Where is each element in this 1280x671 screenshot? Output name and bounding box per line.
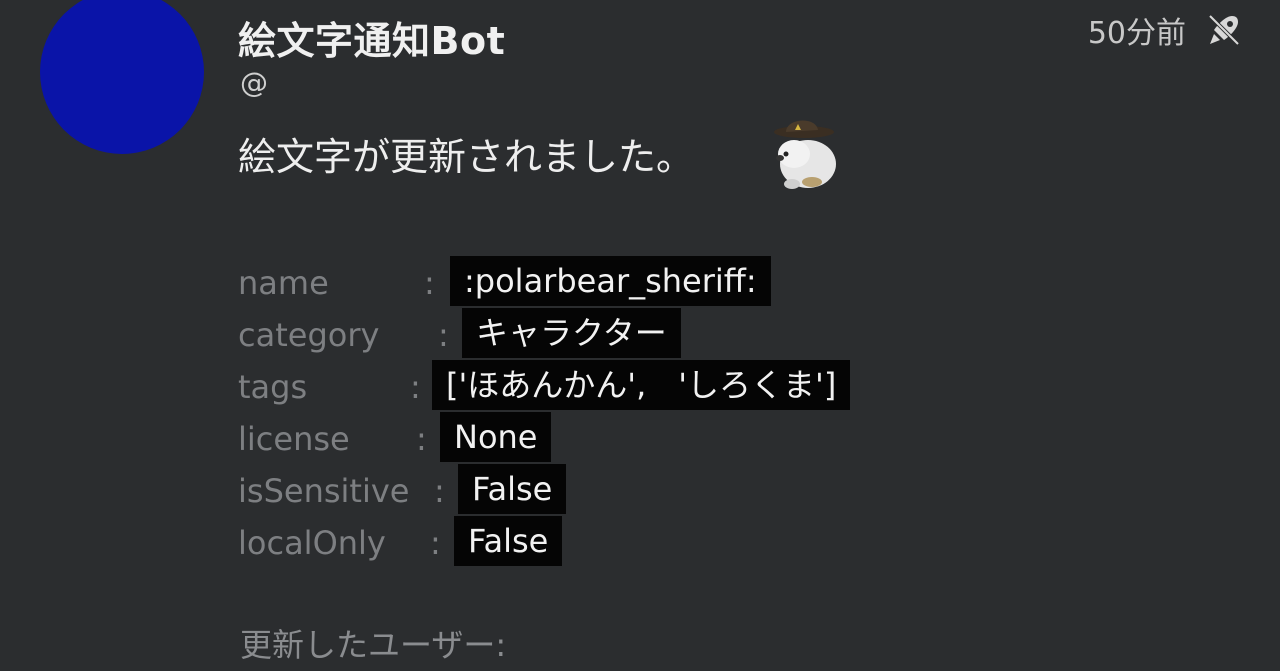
field-value: False — [458, 464, 567, 514]
field-value: ['ほあんかん', 'しろくま'] — [432, 360, 851, 410]
updated-by-label: 更新したユーザー: — [240, 626, 507, 664]
field-key: isSensitive — [238, 472, 410, 510]
field-value: :polarbear_sheriff: — [450, 256, 771, 306]
note-message: 絵文字が更新されました。 — [238, 135, 695, 179]
field-value: キャラクター — [462, 308, 681, 358]
timestamp[interactable]: 50分前 — [1088, 8, 1186, 52]
field-key: name — [238, 264, 329, 302]
avatar[interactable] — [40, 0, 204, 154]
field-key: tags — [238, 368, 308, 406]
field-key: category — [238, 316, 380, 354]
display-name[interactable]: 絵文字通知Bot — [238, 10, 505, 65]
username[interactable]: @ — [240, 66, 268, 99]
field-colon: : — [416, 420, 427, 458]
field-key: license — [238, 420, 350, 458]
note-card: 絵文字通知Bot @ 50分前 絵文字が更新されました。 name : :pol… — [0, 0, 1280, 671]
field-colon: : — [424, 264, 435, 302]
field-colon: : — [438, 316, 449, 354]
field-colon: : — [434, 472, 445, 510]
field-colon: : — [410, 368, 421, 406]
field-value: False — [454, 516, 563, 566]
field-value: None — [440, 412, 552, 462]
field-key: localOnly — [238, 524, 386, 562]
rocket-off-icon — [1208, 14, 1240, 46]
field-colon: : — [430, 524, 441, 562]
polarbear-sheriff-emoji — [774, 120, 836, 189]
